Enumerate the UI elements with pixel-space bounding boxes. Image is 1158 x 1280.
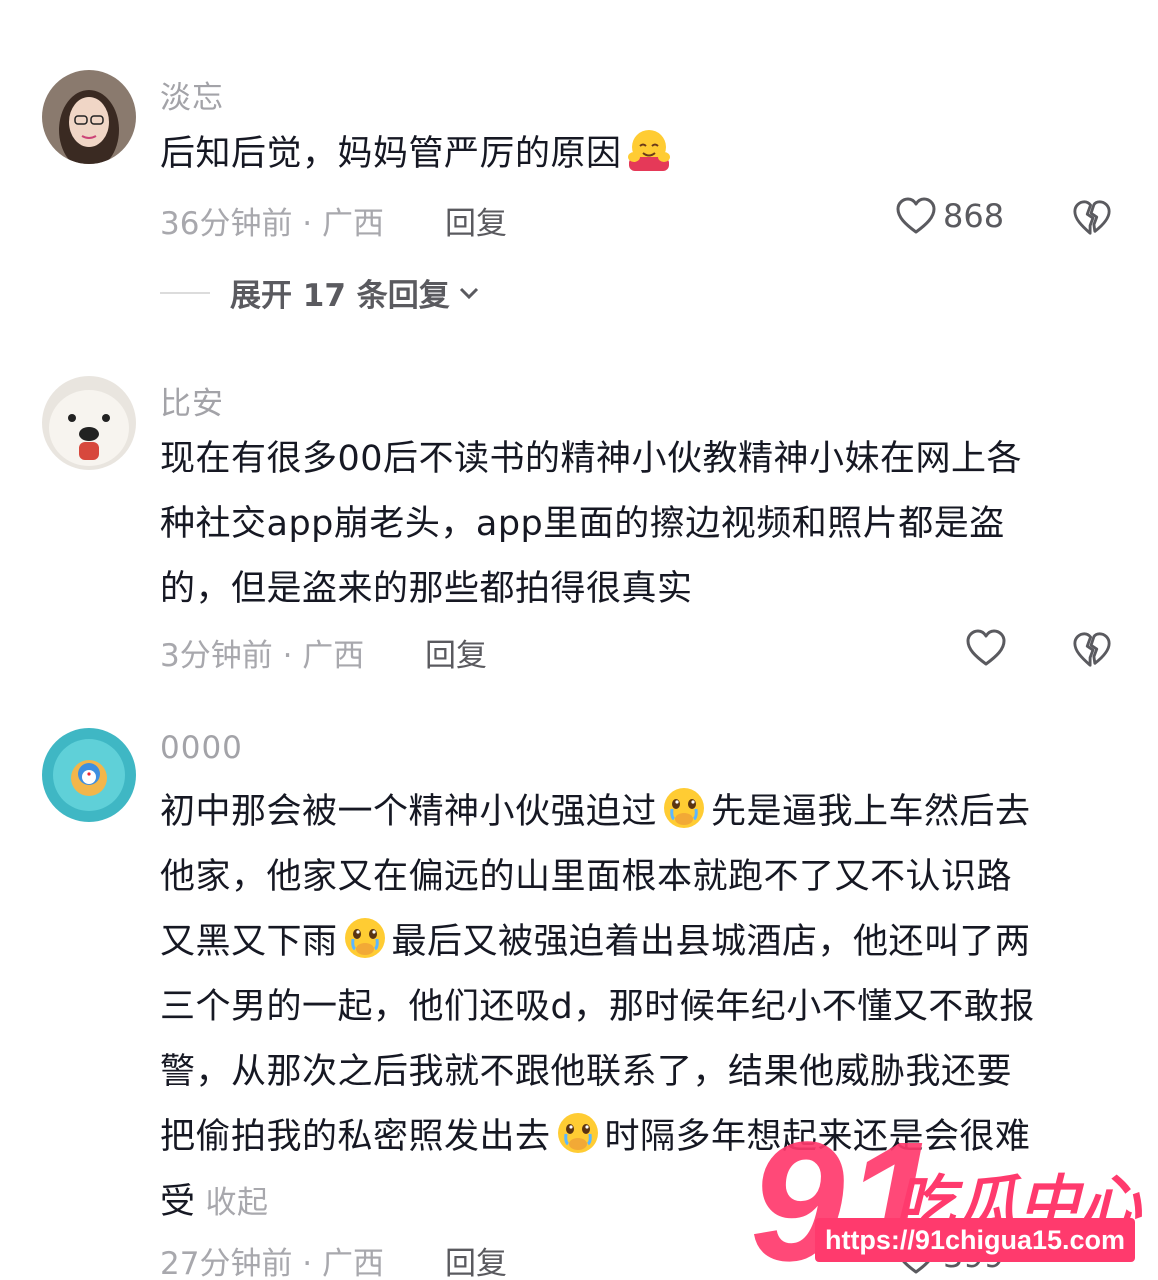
crying-face-emoji-icon <box>557 1113 598 1153</box>
reply-button[interactable]: 回复 <box>425 630 487 675</box>
comment-line: 三个男的一起，他们还吸d，那时候年纪小不懂又不敢报 <box>160 987 1035 1027</box>
avatar[interactable] <box>42 70 136 164</box>
chevron-down-icon <box>459 287 478 299</box>
like-count: 868 <box>943 197 1005 235</box>
comment-text: 后知后觉，妈妈管严厉的原因 <box>160 122 1120 187</box>
divider <box>160 291 210 294</box>
comment-meta: 27分钟前 · 广西 <box>160 1246 385 1280</box>
comment-line: 初中那会被一个精神小伙强迫过 先是逼我上车然后去 <box>160 780 1120 845</box>
broken-heart-icon <box>1073 632 1111 667</box>
comment-text-content: 后知后觉，妈妈管严厉的原因 <box>160 134 622 174</box>
comment-line: 又黑又下雨 最后又被强迫着出县城酒店，他还叫了两 <box>160 910 1120 975</box>
username[interactable]: 0000 <box>160 730 243 766</box>
collapse-button[interactable]: 收起 <box>206 1185 269 1221</box>
heart-outline-icon <box>896 197 936 234</box>
username[interactable]: 淡忘 <box>160 72 224 117</box>
expand-replies[interactable]: 展开 17 条回复 <box>160 270 480 315</box>
comment-line-part: 最后又被强迫着出县城酒店，他还叫了两 <box>391 922 1031 962</box>
comment-line-part: 受 <box>160 1182 196 1222</box>
comment-line-part: 把偷拍我的私密照发出去 <box>160 1117 551 1157</box>
comment-meta: 3分钟前 · 广西 <box>160 638 365 674</box>
like-button[interactable] <box>965 628 1007 668</box>
comment-line-part: 又黑又下雨 <box>160 922 338 962</box>
comment-line-part: 时隔多年想起来还是会很难 <box>604 1117 1031 1157</box>
comment-text: 现在有很多00后不读书的精神小伙教精神小妹在网上各 种社交app崩老头，app里… <box>160 427 1120 622</box>
avatar[interactable] <box>42 376 136 470</box>
comment-line: 种社交app崩老头，app里面的擦边视频和照片都是盗 <box>160 504 1005 544</box>
hugging-face-emoji-icon <box>627 130 670 171</box>
dislike-button[interactable] <box>1072 630 1112 674</box>
username[interactable]: 比安 <box>160 378 224 423</box>
reply-button[interactable]: 回复 <box>445 198 507 243</box>
comment-line-part: 初中那会被一个精神小伙强迫过 <box>160 792 658 832</box>
crying-face-emoji-icon <box>664 788 705 828</box>
comment-line: 他家，他家又在偏远的山里面根本就跑不了又不认识路 <box>160 857 1013 897</box>
expand-replies-label: 展开 17 条回复 <box>230 278 450 314</box>
avatar[interactable] <box>42 728 136 822</box>
like-button[interactable]: 868 <box>895 196 1004 236</box>
comment-meta: 36分钟前 · 广西 <box>160 206 385 242</box>
watermark-url: https://91chigua15.com <box>815 1218 1135 1262</box>
reply-button[interactable]: 回复 <box>445 1238 507 1280</box>
heart-outline-icon <box>966 629 1006 666</box>
comment-line: 现在有很多00后不读书的精神小伙教精神小妹在网上各 <box>160 439 1023 479</box>
comment-line: 的，但是盗来的那些都拍得很真实 <box>160 569 693 609</box>
dislike-button[interactable] <box>1072 198 1112 242</box>
crying-face-emoji-icon <box>344 918 385 958</box>
broken-heart-icon <box>1073 200 1111 235</box>
comment-line-part: 先是逼我上车然后去 <box>711 792 1031 832</box>
comment-line: 警，从那次之后我就不跟他联系了，结果他威胁我还要 <box>160 1052 1013 1092</box>
